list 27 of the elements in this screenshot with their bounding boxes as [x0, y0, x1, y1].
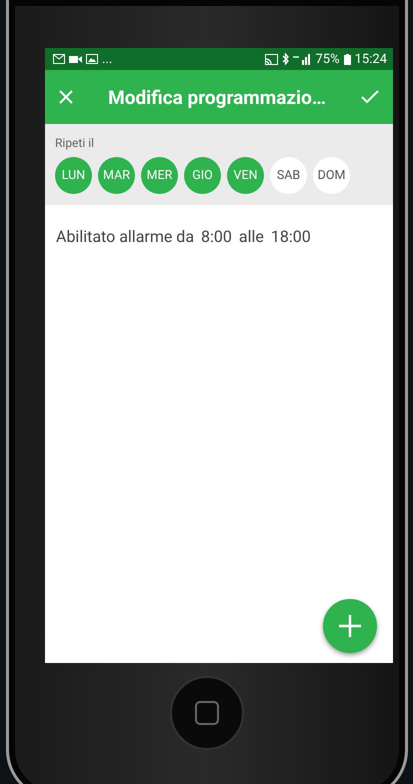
day-toggle[interactable]: DOM [313, 157, 350, 194]
image-icon [86, 54, 98, 64]
day-toggle[interactable]: SAB [270, 157, 307, 194]
add-button[interactable] [323, 599, 377, 653]
bluetooth-icon [282, 53, 290, 65]
repeat-label: Ripeti il [55, 136, 96, 150]
day-toggle[interactable]: MER [141, 157, 178, 194]
cast-icon [265, 54, 278, 64]
schedule-text: Abilitato allarme da [56, 227, 194, 246]
status-time: 15:24 [354, 52, 387, 66]
signal-icon [293, 54, 312, 64]
start-time[interactable]: 8:00 [201, 227, 232, 246]
schedule-text: alle [238, 227, 264, 246]
screen-title: Modifica programmazio… [107, 86, 327, 108]
day-toggle[interactable]: VEN [227, 157, 264, 194]
day-toggle[interactable]: MAR [98, 157, 135, 194]
check-icon [361, 90, 379, 104]
close-icon [59, 90, 73, 104]
end-time[interactable]: 18:00 [270, 227, 311, 246]
status-text: ... [102, 52, 112, 66]
video-camera-icon [69, 54, 82, 64]
plus-icon [339, 615, 361, 637]
day-toggle[interactable]: LUN [55, 157, 92, 194]
battery-percentage: 75% [315, 52, 340, 66]
mail-icon [53, 54, 65, 64]
battery-icon [344, 54, 351, 64]
day-toggle[interactable]: GIO [184, 157, 221, 194]
